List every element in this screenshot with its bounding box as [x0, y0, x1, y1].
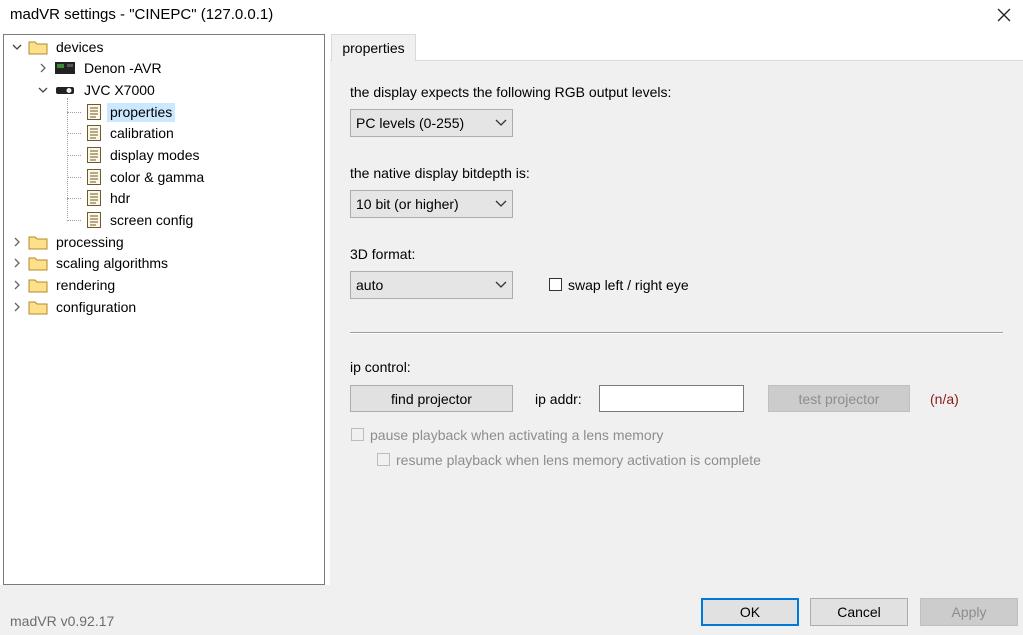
- tree-item-label: screen config: [110, 211, 194, 228]
- tree-connector: [67, 177, 81, 178]
- apply-label: Apply: [951, 604, 987, 620]
- tab-properties[interactable]: properties: [331, 34, 416, 61]
- bitdepth-dropdown[interactable]: 10 bit (or higher): [350, 190, 513, 218]
- folder-icon: [28, 279, 48, 293]
- chevron-right-icon[interactable]: [10, 253, 24, 273]
- tree-connector: [67, 198, 81, 199]
- tree-item-configuration[interactable]: configuration: [10, 297, 139, 317]
- tree-item-label: JVC X7000: [84, 81, 155, 98]
- tree-item-label: Denon -AVR: [84, 59, 162, 76]
- tree-item-display-modes[interactable]: display modes: [84, 145, 203, 165]
- projector-icon: [56, 87, 74, 94]
- chevron-right-icon[interactable]: [10, 275, 24, 295]
- pause-playback-checkbox[interactable]: [351, 428, 364, 441]
- close-button[interactable]: [985, 0, 1023, 30]
- tree-item-label: rendering: [56, 276, 116, 293]
- folder-icon: [28, 301, 48, 315]
- tree-item-jvc[interactable]: JVC X7000: [36, 80, 158, 100]
- rgb-levels-value: PC levels (0-255): [356, 115, 465, 131]
- tree-item-label: scaling algorithms: [56, 254, 169, 271]
- format-3d-label: 3D format:: [350, 246, 416, 262]
- folder-icon: [28, 257, 48, 271]
- document-icon: [87, 147, 101, 163]
- rgb-levels-label: the display expects the following RGB ou…: [350, 84, 672, 100]
- tree-item-label: properties: [107, 102, 176, 122]
- title-bar: madVR settings - "CINEPC" (127.0.0.1): [0, 0, 1023, 30]
- tree-item-label: devices: [56, 38, 104, 55]
- separator: [350, 332, 1003, 334]
- ip-control-label: ip control:: [350, 359, 411, 375]
- document-icon: [87, 190, 101, 206]
- tree-connector: [67, 133, 81, 134]
- apply-button[interactable]: Apply: [920, 598, 1018, 626]
- test-projector-label: test projector: [798, 390, 880, 407]
- tree-item-label: color & gamma: [110, 168, 205, 185]
- tab-body: [330, 60, 1023, 585]
- tree-item-label: hdr: [110, 189, 131, 206]
- resume-playback-checkbox[interactable]: [377, 453, 390, 466]
- chevron-down-icon[interactable]: [10, 37, 24, 57]
- cancel-button[interactable]: Cancel: [810, 598, 908, 626]
- document-icon: [87, 169, 101, 185]
- tree-item-screen-config[interactable]: screen config: [84, 210, 196, 230]
- chevron-right-icon[interactable]: [10, 297, 24, 317]
- tree-item-label: display modes: [110, 146, 200, 163]
- tree-item-label: configuration: [56, 298, 137, 315]
- format-3d-dropdown[interactable]: auto: [350, 271, 513, 299]
- tree-connector: [67, 98, 68, 218]
- tree-item-rendering[interactable]: rendering: [10, 275, 118, 295]
- chevron-down-icon: [490, 281, 512, 289]
- document-icon: [87, 125, 101, 141]
- tree-item-scaling-algorithms[interactable]: scaling algorithms: [10, 253, 171, 273]
- chevron-right-icon[interactable]: [36, 58, 50, 78]
- tree-connector: [67, 112, 81, 113]
- swap-eye-label[interactable]: swap left / right eye: [568, 277, 689, 293]
- window-title: madVR settings - "CINEPC" (127.0.0.1): [10, 6, 274, 23]
- cancel-label: Cancel: [837, 604, 881, 620]
- tree-item-hdr[interactable]: hdr: [84, 188, 133, 208]
- tree-item-calibration[interactable]: calibration: [84, 123, 177, 143]
- tree-item-color-gamma[interactable]: color & gamma: [84, 167, 207, 187]
- swap-eye-checkbox[interactable]: [549, 278, 562, 291]
- ip-addr-label: ip addr:: [535, 391, 582, 407]
- chevron-right-icon[interactable]: [10, 232, 24, 252]
- chevron-down-icon: [490, 200, 512, 208]
- tree-item-devices[interactable]: devices: [10, 37, 106, 57]
- projector-status-text: (n/a): [930, 391, 959, 407]
- folder-icon: [28, 41, 48, 55]
- document-icon: [87, 212, 101, 228]
- pause-playback-label: pause playback when activating a lens me…: [370, 427, 664, 443]
- ip-addr-input[interactable]: [599, 385, 744, 412]
- rgb-levels-dropdown[interactable]: PC levels (0-255): [350, 109, 513, 137]
- bitdepth-value: 10 bit (or higher): [356, 196, 459, 212]
- folder-icon: [28, 236, 48, 250]
- bitdepth-label: the native display bitdepth is:: [350, 165, 530, 181]
- document-icon: [87, 104, 101, 120]
- tree-item-label: calibration: [110, 124, 174, 141]
- chevron-down-icon[interactable]: [36, 80, 50, 100]
- ok-button[interactable]: OK: [701, 598, 799, 626]
- version-text: madVR v0.92.17: [10, 613, 115, 629]
- ok-label: OK: [739, 604, 761, 620]
- tree-item-properties[interactable]: properties: [84, 102, 176, 122]
- chevron-down-icon: [490, 119, 512, 127]
- settings-tree[interactable]: devices Denon -AVR JVC X7000 properties …: [3, 34, 325, 585]
- tree-item-denon[interactable]: Denon -AVR: [36, 58, 165, 78]
- find-projector-label: find projector: [391, 390, 472, 407]
- format-3d-value: auto: [356, 277, 384, 293]
- find-projector-button[interactable]: find projector: [350, 385, 513, 412]
- tab-strip: [330, 34, 1023, 60]
- tab-label: properties: [342, 40, 405, 56]
- resume-playback-label: resume playback when lens memory activat…: [396, 452, 761, 468]
- test-projector-button[interactable]: test projector: [768, 385, 910, 412]
- tree-connector: [67, 220, 81, 221]
- tree-item-label: processing: [56, 233, 124, 250]
- tree-connector: [67, 155, 81, 156]
- receiver-icon: [55, 62, 75, 74]
- close-icon: [997, 8, 1011, 22]
- tree-item-processing[interactable]: processing: [10, 232, 127, 252]
